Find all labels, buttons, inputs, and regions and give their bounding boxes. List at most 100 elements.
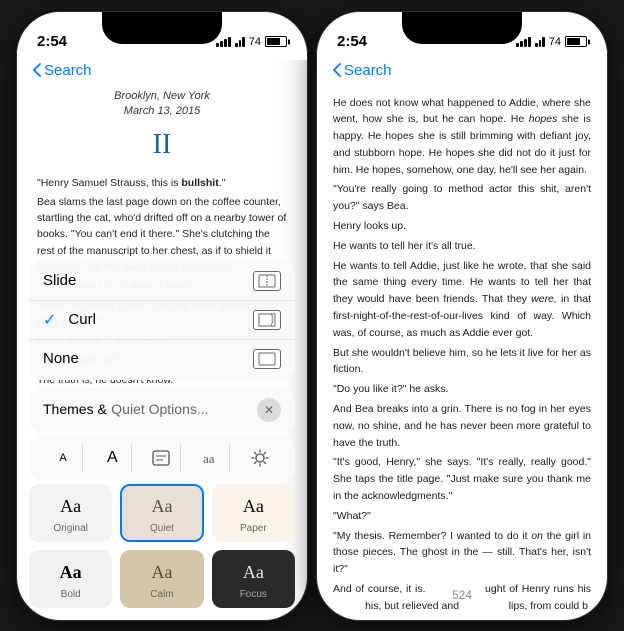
right-wifi-icon (535, 37, 545, 47)
theme-calm-preview: Aa (151, 562, 172, 583)
right-book-content: He does not know what happened to Addie,… (317, 85, 607, 621)
left-status-time: 2:54 (37, 33, 67, 50)
right-battery-icon (565, 36, 587, 47)
left-back-button[interactable]: Search (33, 62, 92, 79)
right-chevron-icon (333, 63, 341, 77)
right-back-button[interactable]: Search (333, 62, 392, 79)
signal-bar-2 (220, 41, 223, 47)
page-number: 524 (452, 588, 472, 602)
right-para-10: "What?" (333, 508, 591, 525)
left-chevron-icon (33, 63, 41, 77)
para-1: "Henry Samuel Strauss, this is bullshit.… (37, 175, 287, 191)
left-phone: 2:54 74 (16, 11, 308, 621)
wifi-icon (235, 37, 245, 47)
theme-focus-name: Focus (240, 589, 267, 600)
close-themes-button[interactable]: ✕ (257, 398, 281, 422)
option-curl-check: ✓ (43, 310, 56, 330)
themes-subtitle: Quiet Options... (111, 401, 208, 417)
right-para-2: "You're really going to method actor thi… (333, 181, 591, 215)
left-battery-icon (265, 36, 287, 47)
theme-paper-preview: Aa (243, 496, 264, 517)
option-none-left: None (43, 350, 79, 367)
theme-calm[interactable]: Aa Calm (120, 550, 203, 608)
small-a-icon: A (59, 452, 66, 464)
right-para-7: "Do you like it?" he asks. (333, 381, 591, 398)
notch-right (402, 12, 522, 44)
right-para-3: Henry looks up. (333, 218, 591, 235)
option-none-label: None (43, 350, 79, 367)
theme-bold[interactable]: Aa Bold (29, 550, 112, 608)
themes-grid: Aa Original Aa Quiet Aa Paper Aa Bold Aa (29, 484, 295, 608)
right-signal-bars (516, 37, 531, 47)
format-icon (151, 449, 171, 467)
page-number-area: 524 (317, 586, 607, 604)
option-curl-label: Curl (68, 311, 96, 328)
right-status-time: 2:54 (337, 33, 367, 50)
right-para-6: But she wouldn't believe him, so he lets… (333, 345, 591, 379)
option-slide[interactable]: Slide (29, 262, 295, 301)
theme-quiet[interactable]: Aa Quiet (120, 484, 203, 542)
option-curl-icon (253, 310, 281, 330)
right-para-11: "My thesis. Remember? I wanted to do it … (333, 528, 591, 578)
left-status-icons: 74 (216, 36, 287, 48)
right-para-9: "It's good, Henry," she says. "It's real… (333, 454, 591, 504)
theme-quiet-name: Quiet (150, 523, 174, 534)
chapter-number: II (37, 123, 287, 166)
right-battery-level-text: 74 (549, 36, 561, 48)
right-battery-fill (567, 38, 580, 45)
book-location: Brooklyn, New YorkMarch 13, 2015 (37, 89, 287, 120)
themes-title-area: Themes & Quiet Options... (43, 401, 209, 419)
theme-quiet-preview: Aa (151, 496, 172, 517)
themes-title: Themes & (43, 401, 107, 417)
brightness-button[interactable] (241, 444, 279, 472)
theme-original-name: Original (53, 523, 87, 534)
option-slide-icon (253, 271, 281, 291)
battery-fill (267, 38, 280, 45)
slide-panel: Slide ✓ Curl (17, 260, 307, 620)
theme-bold-name: Bold (61, 589, 81, 600)
font-size-increase[interactable]: A (94, 444, 132, 472)
font-size-decrease[interactable]: A (45, 444, 83, 472)
option-curl[interactable]: ✓ Curl (29, 301, 295, 340)
font-toolbar: A A aa (29, 436, 295, 480)
signal-bar-3 (224, 39, 227, 47)
option-none[interactable]: None (29, 340, 295, 378)
right-phone: 2:54 74 (316, 11, 608, 621)
theme-original-preview: Aa (60, 496, 81, 517)
right-top-nav: Search (317, 60, 607, 85)
theme-paper-name: Paper (240, 523, 267, 534)
notch-left (102, 12, 222, 44)
book-header: Brooklyn, New YorkMarch 13, 2015 II (37, 89, 287, 167)
theme-focus-preview: Aa (243, 562, 264, 583)
brightness-icon (251, 449, 269, 467)
right-para-1: He does not know what happened to Addie,… (333, 95, 591, 179)
battery-level-text: 74 (249, 36, 261, 48)
right-para-4: He wants to tell her it's all true. (333, 238, 591, 255)
themes-bar: Themes & Quiet Options... ✕ (29, 388, 295, 432)
phones-container: 2:54 74 (16, 11, 608, 621)
theme-focus[interactable]: Aa Focus (212, 550, 295, 608)
left-signal-bars (216, 37, 231, 47)
option-slide-left: Slide (43, 272, 76, 289)
theme-bold-preview: Aa (60, 562, 82, 583)
option-slide-label: Slide (43, 272, 76, 289)
option-none-icon (253, 349, 281, 369)
signal-bar-4 (228, 37, 231, 47)
signal-bar-1 (216, 43, 219, 47)
font-family-icon: aa (202, 449, 220, 467)
left-top-nav: Search (17, 60, 307, 85)
theme-original[interactable]: Aa Original (29, 484, 112, 542)
right-back-label: Search (344, 62, 392, 79)
theme-paper[interactable]: Aa Paper (212, 484, 295, 542)
right-para-13: pay off his stu- eathe a little while ng… (333, 618, 591, 621)
large-a-icon: A (107, 449, 118, 467)
page-turn-options: Slide ✓ Curl (29, 260, 295, 380)
left-back-label: Search (44, 62, 92, 79)
theme-calm-name: Calm (150, 589, 173, 600)
right-para-5: He wants to tell Addie, just like he wro… (333, 258, 591, 342)
font-family-button[interactable]: aa (192, 444, 230, 472)
svg-text:aa: aa (203, 451, 215, 466)
font-format-button[interactable] (143, 444, 181, 472)
right-status-icons: 74 (516, 36, 587, 48)
right-para-8: And Bea breaks into a grin. There is no … (333, 401, 591, 451)
